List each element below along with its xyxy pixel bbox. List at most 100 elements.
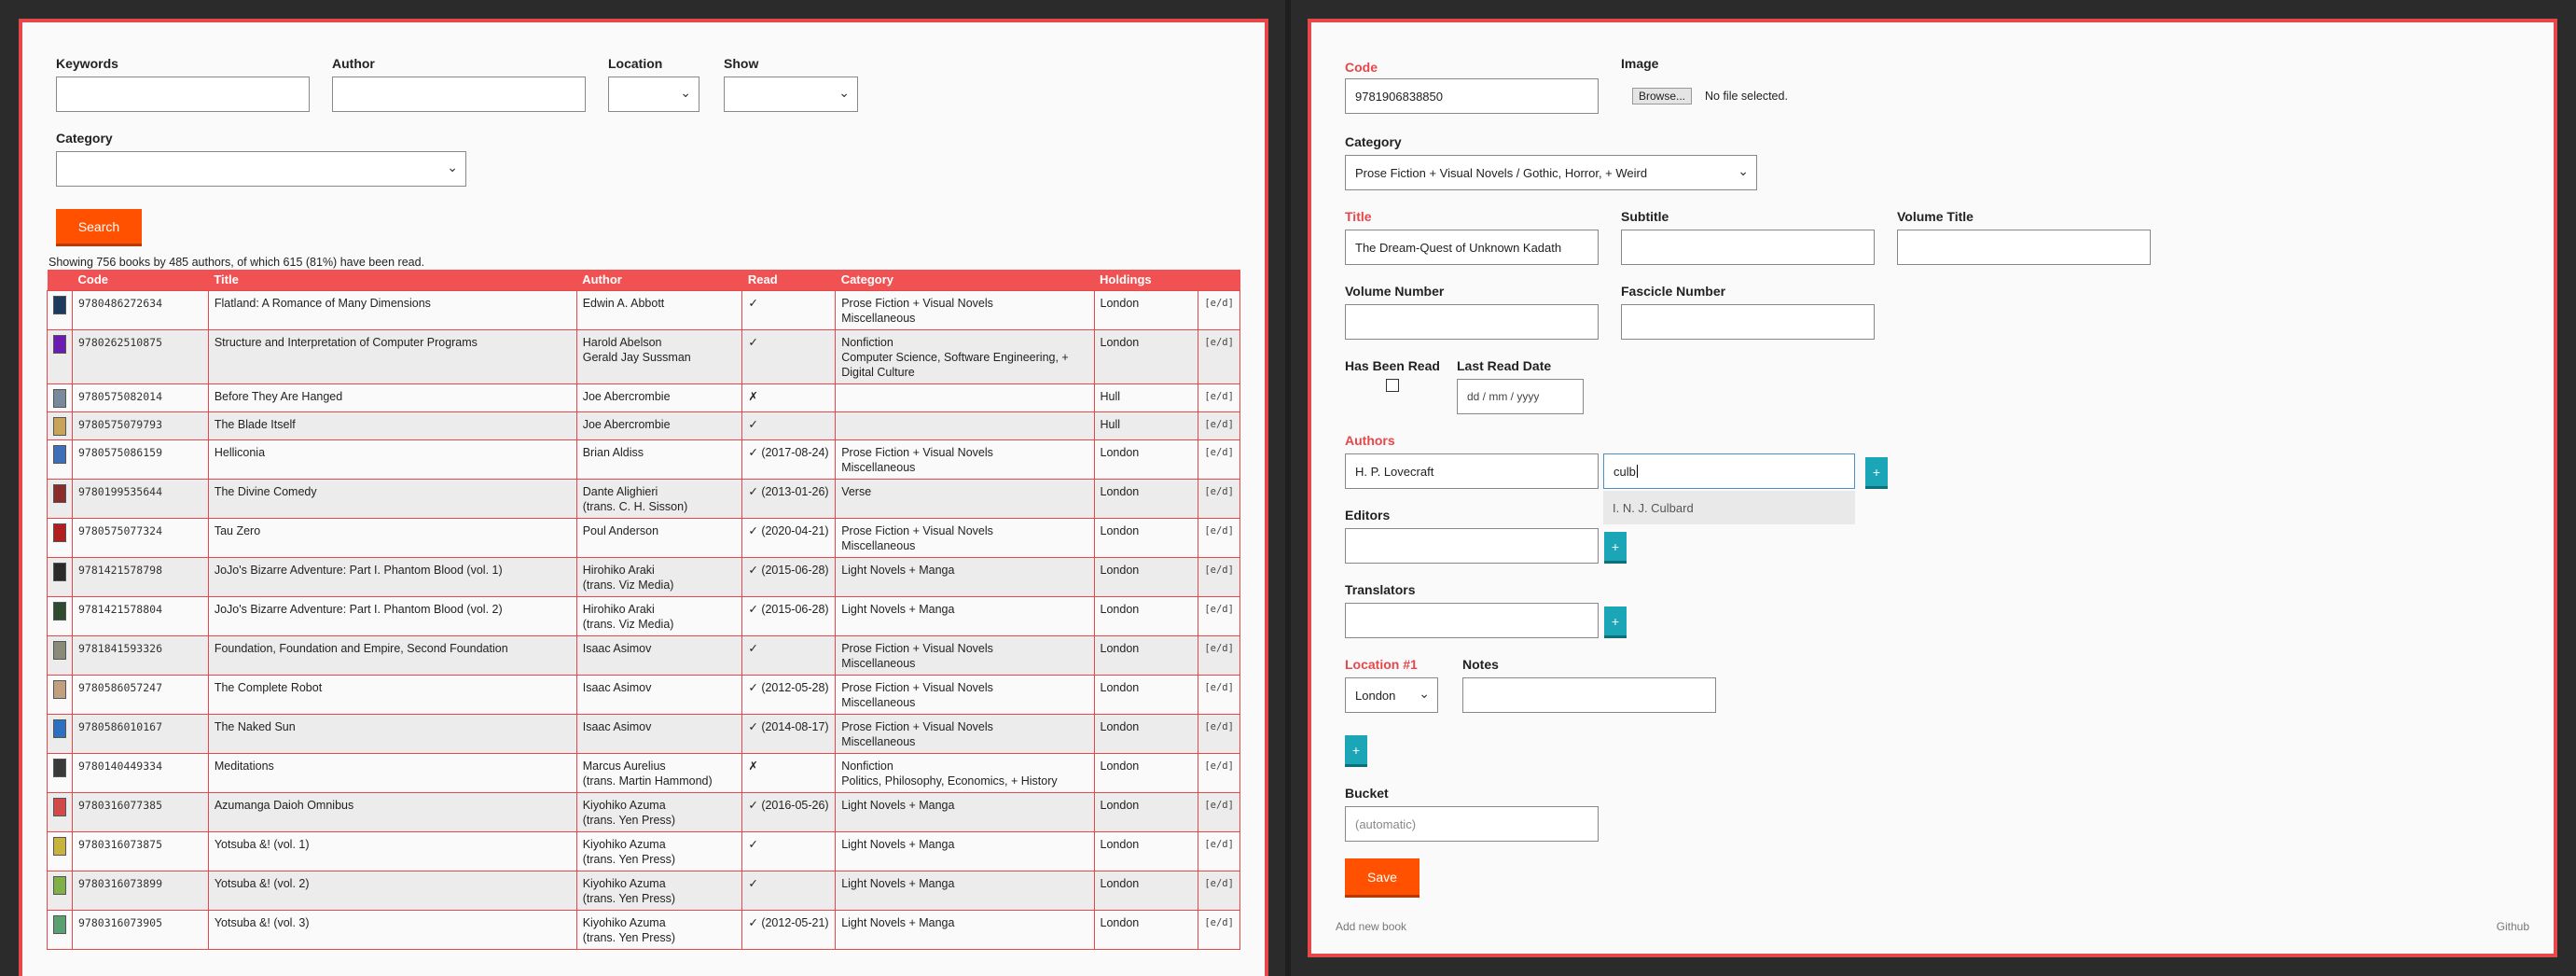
add-translator-button[interactable]: + xyxy=(1604,607,1627,638)
book-category: Light Novels + Manga xyxy=(835,791,1095,832)
book-category-line: Light Novels + Manga xyxy=(841,837,955,851)
location-1-select[interactable]: London xyxy=(1345,677,1438,713)
table-row[interactable]: 9780199535644 The Divine Comedy Dante Alig… xyxy=(47,478,1240,519)
table-row[interactable]: 9780316073875 Yotsuba &! (vol. 1) Kiyohiko… xyxy=(47,830,1240,871)
table-row[interactable]: 9780575086159 Helliconia Brian Aldiss ✓ (20… xyxy=(47,439,1240,480)
edit-delete-link[interactable]: [e/d] xyxy=(1198,791,1240,832)
col-title-header[interactable]: Title xyxy=(208,270,577,290)
book-cover-thumb xyxy=(47,517,73,558)
col-thumb-header xyxy=(47,270,73,290)
table-row[interactable]: 9780575079793 The Blade Itself Joe Abercro… xyxy=(47,411,1240,440)
author-2-input[interactable]: culb xyxy=(1603,453,1855,489)
edit-delete-link[interactable]: [e/d] xyxy=(1198,909,1240,950)
book-author: Isaac Asimov xyxy=(575,713,743,754)
book-cover-image xyxy=(53,797,66,816)
table-row[interactable]: 9780316077385 Azumanga Daioh Omnibus Kiyoh… xyxy=(47,791,1240,832)
table-row[interactable]: 9781421578798 JoJo's Bizarre Adventure: P… xyxy=(47,556,1240,597)
table-row[interactable]: 9780140449334 Meditations Marcus Aurelius(… xyxy=(47,752,1240,793)
edit-delete-link[interactable]: [e/d] xyxy=(1198,752,1240,793)
edit-delete-link[interactable]: [e/d] xyxy=(1198,595,1240,636)
book-author: Brian Aldiss xyxy=(575,439,743,480)
form-category-select[interactable]: Prose Fiction + Visual Novels / Gothic, … xyxy=(1345,155,1757,190)
github-link[interactable]: Github xyxy=(2497,920,2529,933)
add-author-button[interactable]: + xyxy=(1865,457,1888,489)
book-author-line: Isaac Asimov xyxy=(582,641,652,655)
book-cover-thumb xyxy=(47,478,73,519)
edit-delete-link[interactable]: [e/d] xyxy=(1198,478,1240,519)
book-category-line: Miscellaneous xyxy=(841,656,916,670)
table-row[interactable]: 9780575082014 Before They Are Hanged Joe A… xyxy=(47,383,1240,412)
has-been-read-checkbox[interactable] xyxy=(1386,379,1399,392)
edit-delete-link[interactable]: [e/d] xyxy=(1198,439,1240,480)
category-select[interactable] xyxy=(56,151,466,187)
code-input[interactable]: 9781906838850 xyxy=(1345,78,1599,114)
book-category-line: Digital Culture xyxy=(841,365,915,379)
book-cover-thumb xyxy=(47,383,73,412)
book-holdings: London xyxy=(1093,752,1199,793)
table-row[interactable]: 9780316073905 Yotsuba &! (vol. 3) Kiyohiko… xyxy=(47,909,1240,950)
book-author-line: (trans. Yen Press) xyxy=(582,852,676,866)
keywords-input[interactable] xyxy=(56,77,310,112)
book-author-line: (trans. Yen Press) xyxy=(582,813,676,827)
search-button[interactable]: Search xyxy=(56,209,142,246)
add-location-button[interactable]: + xyxy=(1345,735,1367,767)
last-read-date-input[interactable]: dd / mm / yyyy xyxy=(1457,379,1584,414)
book-code: 9780586010167 xyxy=(72,713,209,754)
table-row[interactable]: 9780586057247 The Complete Robot Isaac Asi… xyxy=(47,674,1240,715)
edit-delete-link[interactable]: [e/d] xyxy=(1198,830,1240,871)
author-input[interactable] xyxy=(332,77,586,112)
book-holdings: London xyxy=(1093,674,1199,715)
edit-delete-link[interactable]: [e/d] xyxy=(1198,411,1240,440)
col-category-header[interactable]: Category xyxy=(835,270,1095,290)
book-cover-image xyxy=(53,334,66,354)
col-read-header[interactable]: Read xyxy=(741,270,836,290)
edit-delete-link[interactable]: [e/d] xyxy=(1198,634,1240,676)
table-row[interactable]: 9780586010167 The Naked Sun Isaac Asimov ✓ … xyxy=(47,713,1240,754)
editor-input[interactable] xyxy=(1345,528,1599,564)
add-new-book-link[interactable]: Add new book xyxy=(1336,920,1406,933)
table-row[interactable]: 9781841593326 Foundation, Foundation and … xyxy=(47,634,1240,676)
fascicle-number-input[interactable] xyxy=(1621,304,1875,340)
col-code-header[interactable]: Code xyxy=(72,270,209,290)
author-1-input[interactable]: H. P. Lovecraft xyxy=(1345,453,1599,489)
edit-delete-link[interactable]: [e/d] xyxy=(1198,383,1240,412)
bucket-input[interactable]: (automatic) xyxy=(1345,806,1599,842)
edit-delete-link[interactable]: [e/d] xyxy=(1198,713,1240,754)
edit-delete-link[interactable]: [e/d] xyxy=(1198,870,1240,911)
edit-delete-link[interactable]: [e/d] xyxy=(1198,674,1240,715)
notes-input[interactable] xyxy=(1462,677,1716,713)
edit-delete-link[interactable]: [e/d] xyxy=(1198,289,1240,330)
show-label: Show xyxy=(724,56,759,71)
add-editor-button[interactable]: + xyxy=(1604,532,1627,564)
book-author: Harold Abelson Gerald Jay Sussman xyxy=(575,328,743,384)
book-code: 9780140449334 xyxy=(72,752,209,793)
show-select[interactable] xyxy=(724,77,858,112)
col-author-header[interactable]: Author xyxy=(576,270,742,290)
book-category-line: Prose Fiction + Visual Novels xyxy=(841,641,993,655)
file-status: No file selected. xyxy=(1705,90,1788,103)
table-row[interactable]: 9780316073899 Yotsuba &! (vol. 2) Kiyohiko… xyxy=(47,870,1240,911)
book-cover-image xyxy=(53,914,66,934)
authors-label: Authors xyxy=(1345,433,1395,448)
table-row[interactable]: 9780486272634 Flatland: A Romance of Many… xyxy=(47,289,1240,330)
table-row[interactable]: 9780262510875 Structure and Interpretatio… xyxy=(47,328,1240,384)
title-input[interactable]: The Dream-Quest of Unknown Kadath xyxy=(1345,230,1599,265)
volume-number-input[interactable] xyxy=(1345,304,1599,340)
volume-title-input[interactable] xyxy=(1897,230,2151,265)
edit-delete-link[interactable]: [e/d] xyxy=(1198,517,1240,558)
book-code: 9780575077324 xyxy=(72,517,209,558)
browse-button[interactable]: Browse... xyxy=(1632,88,1693,105)
book-title: Meditations xyxy=(207,752,577,793)
col-holdings-header[interactable]: Holdings xyxy=(1094,270,1198,290)
book-category: Prose Fiction + Visual Novels Miscellaneo… xyxy=(835,517,1095,558)
table-row[interactable]: 9780575077324 Tau Zero Poul Anderson ✓ (202… xyxy=(47,517,1240,558)
translator-input[interactable] xyxy=(1345,603,1599,638)
author-suggestion-item[interactable]: I. N. J. Culbard xyxy=(1603,491,1855,524)
table-row[interactable]: 9781421578804 JoJo's Bizarre Adventure: P… xyxy=(47,595,1240,636)
edit-delete-link[interactable]: [e/d] xyxy=(1198,328,1240,384)
location-select[interactable] xyxy=(608,77,699,112)
subtitle-input[interactable] xyxy=(1621,230,1875,265)
edit-delete-link[interactable]: [e/d] xyxy=(1198,556,1240,597)
col-actions-header xyxy=(1198,270,1240,290)
save-button[interactable]: Save xyxy=(1345,858,1420,898)
